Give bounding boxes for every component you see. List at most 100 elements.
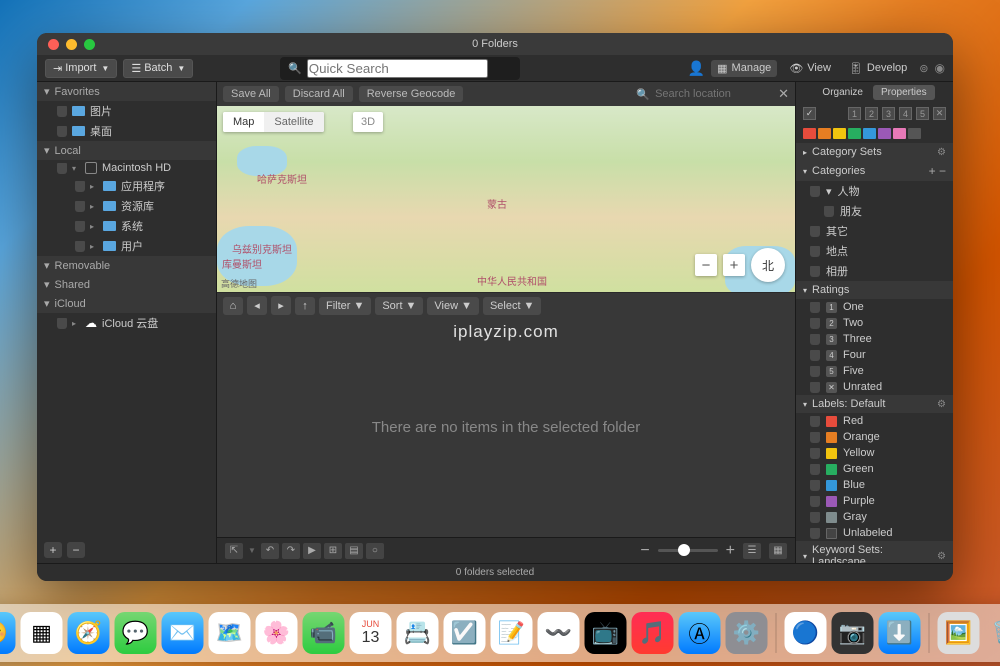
settings-icon[interactable]: ⚙️ — [726, 612, 768, 654]
color-blue[interactable] — [863, 128, 876, 139]
sidebar-item-pictures[interactable]: 图片 — [37, 101, 216, 121]
contacts-icon[interactable]: 📇 — [397, 612, 439, 654]
sort-button[interactable]: Sort▼ — [375, 297, 423, 315]
screenshot-icon[interactable]: 🖼️ — [938, 612, 980, 654]
rotate-right-icon[interactable]: ↷ — [282, 543, 300, 559]
zoom-in-button[interactable]: + — [723, 254, 745, 276]
section-categories[interactable]: ▾Categories+ − — [796, 161, 953, 181]
appstore-icon[interactable]: Ⓐ — [679, 612, 721, 654]
sidebar-item-desktop[interactable]: 桌面 — [37, 121, 216, 141]
play-icon[interactable]: ▶ — [303, 543, 321, 559]
zoom-slider[interactable]: − + ☰ ▦ — [640, 542, 787, 560]
sidebar-item-macintosh-hd[interactable]: ▾Macintosh HD — [37, 160, 216, 176]
mode-develop[interactable]: 🎚Develop — [843, 60, 913, 77]
reminders-icon[interactable]: ☑️ — [444, 612, 486, 654]
home-button[interactable]: ⌂ — [223, 297, 243, 315]
section-category-sets[interactable]: ▸Category Sets⚙ — [796, 143, 953, 161]
rating-three[interactable]: 3Three — [796, 331, 953, 347]
label-red[interactable]: Red — [796, 413, 953, 429]
color-pink[interactable] — [893, 128, 906, 139]
slider-track[interactable] — [658, 549, 718, 552]
compare-icon[interactable]: ⊞ — [324, 543, 342, 559]
sidebar-item-applications[interactable]: ▸应用程序 — [37, 176, 216, 196]
sidebar-item-users[interactable]: ▸用户 — [37, 236, 216, 256]
map-search-input[interactable] — [655, 88, 765, 100]
zoom-out-button[interactable]: − — [695, 254, 717, 276]
user-icon[interactable]: 👤 — [688, 60, 705, 77]
launchpad-icon[interactable]: ▦ — [21, 612, 63, 654]
remove-button[interactable]: − — [67, 542, 85, 558]
grid-view-icon[interactable]: ▦ — [769, 543, 787, 559]
rating-3[interactable]: 3 — [882, 107, 895, 120]
label-purple[interactable]: Purple — [796, 493, 953, 509]
sync-icon[interactable]: ◉ — [934, 61, 944, 75]
forward-button[interactable]: ▸ — [271, 296, 291, 315]
cat-album[interactable]: 相册 — [796, 261, 953, 281]
discard-all-button[interactable]: Discard All — [285, 86, 353, 102]
batch-button[interactable]: ☰ Batch▼ — [123, 59, 193, 78]
photos-icon[interactable]: 🌸 — [256, 612, 298, 654]
number-365-icon[interactable]: ⊚ — [919, 62, 928, 75]
mail-icon[interactable]: ✉️ — [162, 612, 204, 654]
sidebar-item-library[interactable]: ▸资源库 — [37, 196, 216, 216]
label-yellow[interactable]: Yellow — [796, 445, 953, 461]
rotate-left-icon[interactable]: ↶ — [261, 543, 279, 559]
sidebar-item-icloud-drive[interactable]: ▸☁iCloud 云盘 — [37, 313, 216, 333]
color-red[interactable] — [803, 128, 816, 139]
color-none[interactable] — [908, 128, 921, 139]
chrome-icon[interactable]: 🔵 — [785, 612, 827, 654]
gear-icon[interactable]: ⚙ — [937, 399, 946, 410]
rating-unrated[interactable]: ✕Unrated — [796, 379, 953, 395]
label-orange[interactable]: Orange — [796, 429, 953, 445]
circle-icon[interactable]: ○ — [366, 543, 384, 559]
messages-icon[interactable]: 💬 — [115, 612, 157, 654]
close-button[interactable] — [48, 39, 59, 50]
section-icloud[interactable]: ▾iCloud — [37, 294, 216, 313]
trash-icon[interactable]: 🗑️ — [985, 612, 1000, 654]
cat-other[interactable]: 其它 — [796, 221, 953, 241]
zoom-out-icon[interactable]: − — [640, 542, 649, 560]
rating-2[interactable]: 2 — [865, 107, 878, 120]
tab-properties[interactable]: Properties — [873, 85, 935, 100]
gear-icon[interactable]: ⚙ — [937, 147, 946, 158]
compass-icon[interactable]: 北 — [751, 248, 785, 282]
map-search[interactable]: 🔍 ✕ — [636, 86, 789, 102]
section-keyword-sets[interactable]: ▾Keyword Sets: Landscape⚙ — [796, 541, 953, 563]
section-ratings[interactable]: ▾Ratings — [796, 281, 953, 299]
cat-place[interactable]: 地点 — [796, 241, 953, 261]
facetime-icon[interactable]: 📹 — [303, 612, 345, 654]
add-button[interactable]: + — [44, 542, 62, 558]
rating-two[interactable]: 2Two — [796, 315, 953, 331]
label-green[interactable]: Green — [796, 461, 953, 477]
rating-1[interactable]: 1 — [848, 107, 861, 120]
label-unlabeled[interactable]: Unlabeled — [796, 525, 953, 541]
filter-button[interactable]: Filter▼ — [319, 297, 371, 315]
freeform-icon[interactable]: 〰️ — [538, 612, 580, 654]
quick-search[interactable]: 🔍 — [280, 57, 520, 80]
zoom-in-icon[interactable]: + — [726, 542, 735, 560]
color-yellow[interactable] — [833, 128, 846, 139]
label-blue[interactable]: Blue — [796, 477, 953, 493]
quick-search-input[interactable] — [307, 59, 488, 78]
rating-four[interactable]: 4Four — [796, 347, 953, 363]
add-category-icon[interactable]: + − — [929, 164, 946, 178]
color-purple[interactable] — [878, 128, 891, 139]
stack-icon[interactable]: ▤ — [345, 543, 363, 559]
select-button[interactable]: Select▼ — [483, 297, 541, 315]
minimize-button[interactable] — [66, 39, 77, 50]
finder-icon[interactable]: 😊 — [0, 612, 16, 654]
map-type-3d[interactable]: 3D — [353, 112, 383, 132]
map-viewport[interactable]: 哈萨克斯坦 蒙古 乌兹别克斯坦 库曼斯坦 中华人民共和国 Map Satelli… — [217, 106, 795, 292]
safari-icon[interactable]: 🧭 — [68, 612, 110, 654]
section-removable[interactable]: ▾Removable — [37, 256, 216, 275]
maps-icon[interactable]: 🗺️ — [209, 612, 251, 654]
rating-clear[interactable]: ✕ — [933, 107, 946, 120]
view-button[interactable]: View▼ — [427, 297, 479, 315]
section-local[interactable]: ▾Local — [37, 141, 216, 160]
rating-4[interactable]: 4 — [899, 107, 912, 120]
calendar-icon[interactable]: JUN13 — [350, 612, 392, 654]
maximize-button[interactable] — [84, 39, 95, 50]
app-icon[interactable]: 📷 — [832, 612, 874, 654]
section-labels[interactable]: ▾Labels: Default⚙ — [796, 395, 953, 413]
save-all-button[interactable]: Save All — [223, 86, 279, 102]
